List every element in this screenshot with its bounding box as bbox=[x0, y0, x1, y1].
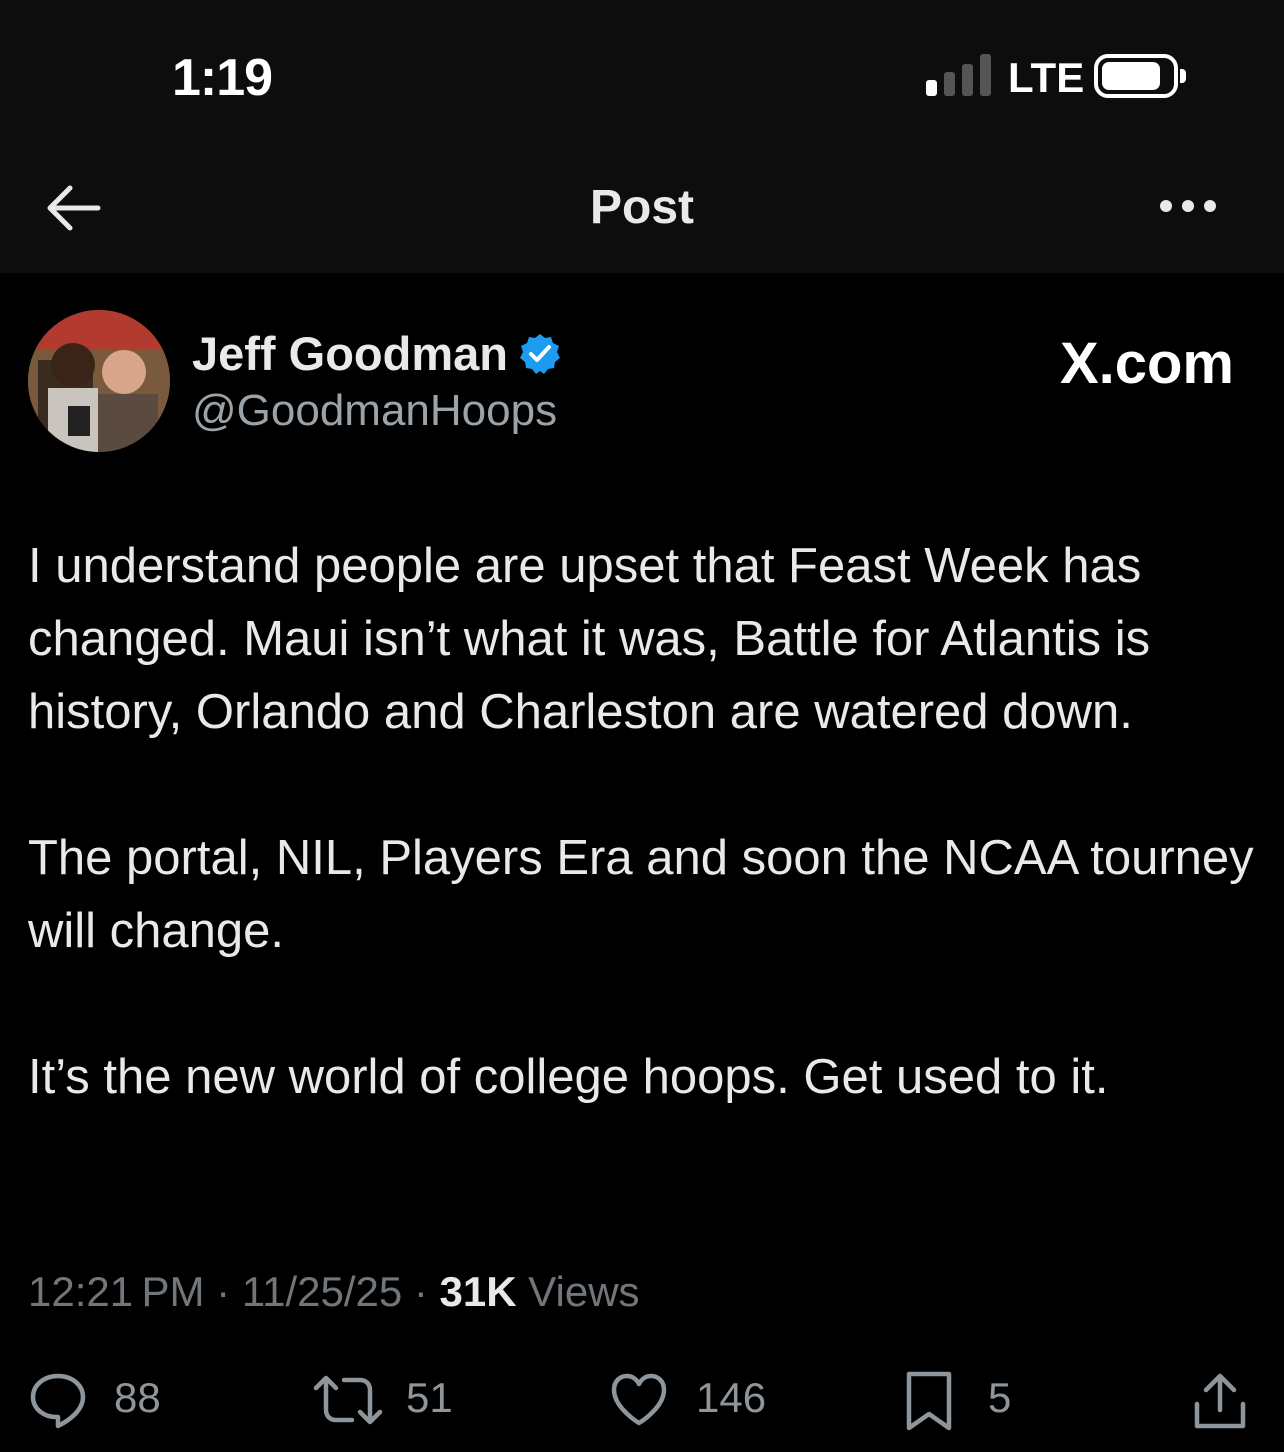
views-label: Views bbox=[516, 1268, 640, 1315]
meta-separator: · bbox=[204, 1268, 242, 1315]
share-icon bbox=[1194, 1373, 1246, 1429]
repost-icon bbox=[313, 1375, 383, 1425]
x-com-watermark: X.com bbox=[1059, 331, 1234, 396]
reply-icon bbox=[30, 1373, 86, 1429]
like-count: 146 bbox=[696, 1374, 767, 1421]
signal-strength-icon bbox=[926, 54, 992, 96]
bookmark-count: 5 bbox=[988, 1374, 1012, 1421]
more-options-button[interactable] bbox=[1152, 186, 1224, 226]
author-name[interactable]: Jeff Goodman bbox=[192, 326, 508, 381]
repost-button[interactable]: 51 bbox=[312, 1360, 462, 1440]
meta-separator: · bbox=[402, 1268, 440, 1315]
bookmark-button[interactable]: 5 bbox=[904, 1360, 1034, 1440]
tweet-paragraph: I understand people are upset that Feast… bbox=[28, 539, 1151, 739]
verified-badge-icon bbox=[520, 334, 560, 374]
network-type: LTE bbox=[1008, 54, 1085, 101]
tweet-meta: 12:21 PM · 11/25/25 · 31K Views bbox=[28, 1268, 640, 1316]
tweet-date[interactable]: 11/25/25 bbox=[242, 1268, 402, 1315]
author-handle[interactable]: @GoodmanHoops bbox=[192, 386, 557, 436]
more-horizontal-icon bbox=[1160, 200, 1216, 212]
avatar[interactable] bbox=[28, 310, 170, 452]
status-bar: 1:19 LTE bbox=[0, 0, 1284, 150]
status-time: 1:19 bbox=[172, 49, 273, 107]
heart-icon bbox=[611, 1373, 667, 1426]
repost-count: 51 bbox=[406, 1374, 453, 1421]
navigation-bar: Post bbox=[0, 150, 1284, 273]
reply-count: 88 bbox=[114, 1374, 161, 1421]
top-bar-area: 1:19 LTE Post bbox=[0, 0, 1284, 273]
bookmark-icon bbox=[906, 1371, 952, 1431]
tweet-time[interactable]: 12:21 PM bbox=[28, 1268, 205, 1315]
action-bar: 88 51 146 5 bbox=[0, 1360, 1284, 1440]
like-button[interactable]: 146 bbox=[610, 1360, 780, 1440]
page-title: Post bbox=[589, 181, 694, 234]
tweet-text: I understand people are upset that Feast… bbox=[28, 530, 1264, 1114]
share-button[interactable] bbox=[1192, 1360, 1252, 1440]
battery-icon bbox=[1094, 54, 1186, 98]
tweet-paragraph: The portal, NIL, Players Era and soon th… bbox=[28, 831, 1254, 958]
author-header: Jeff Goodman @GoodmanHoops X.com bbox=[0, 300, 1284, 470]
tweet-paragraph: It’s the new world of college hoops. Get… bbox=[28, 1050, 1109, 1104]
views-count[interactable]: 31K bbox=[440, 1268, 517, 1315]
reply-button[interactable]: 88 bbox=[28, 1360, 178, 1440]
